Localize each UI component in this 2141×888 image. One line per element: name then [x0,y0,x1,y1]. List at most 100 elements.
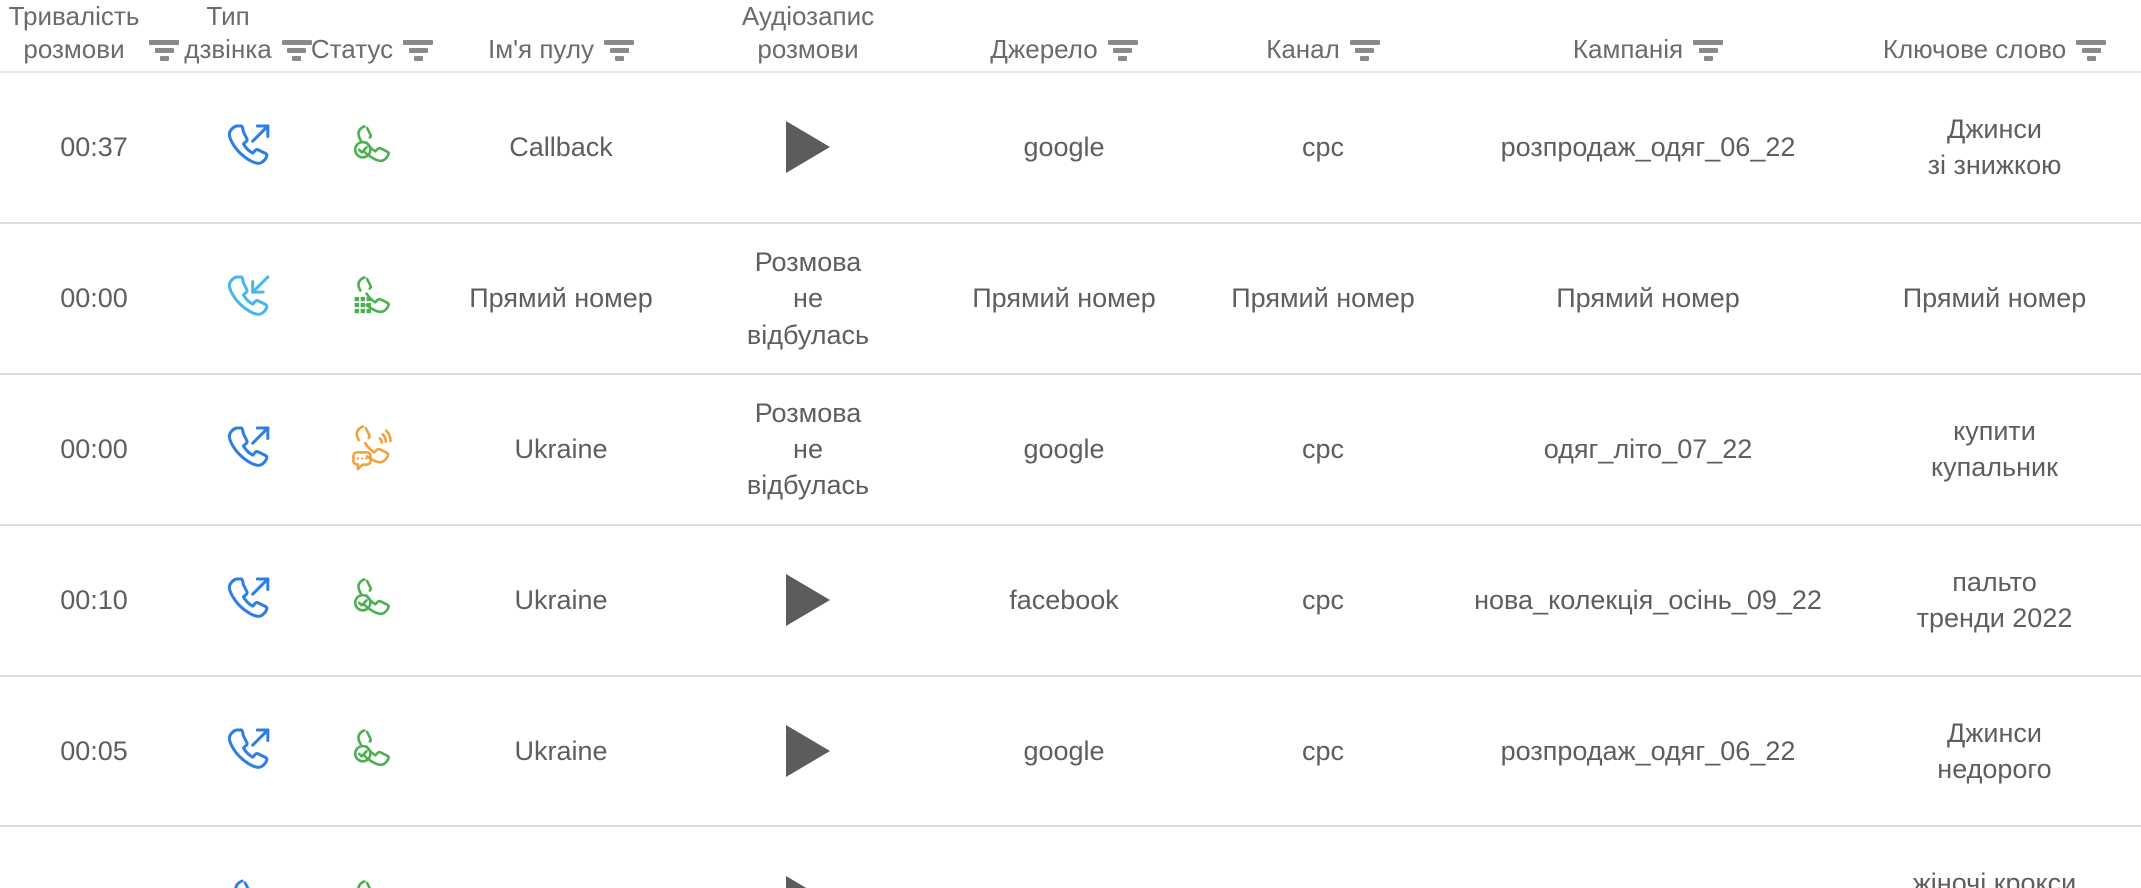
column-header-audio: Аудіозапис розмови [686,0,930,65]
phone-outgoing-icon [220,83,276,212]
cell-call-type [188,224,308,373]
filter-icon[interactable] [403,40,434,61]
cell-audio[interactable] [686,677,930,826]
column-header-label: Кампанія [1572,33,1684,64]
cell-status [308,526,436,675]
phone-target-icon [346,839,398,888]
cell-call-type [188,73,308,222]
cell-source: google [1023,433,1105,464]
cell-campaign: нова_колекція_осінь_09_22 [1474,584,1822,615]
cell-call-type [188,827,308,888]
column-header-duration[interactable]: Тривалість розмови [0,0,188,65]
cell-status [308,827,436,888]
filter-icon[interactable] [149,40,180,61]
cell-pool-name: Ukraine [514,433,608,464]
column-header-campaign[interactable]: Кампанія [1448,33,1848,66]
filter-icon[interactable] [1349,40,1380,61]
cell-audio[interactable] [686,827,930,888]
cell-call-type [188,375,308,524]
table-row[interactable]: 00:00 [0,375,2141,526]
cell-keyword: пальто тренди 2022 [1916,566,2073,634]
cell-campaign: розпродаж_одяг_06_22 [1500,735,1796,766]
column-header-pool-name[interactable]: Ім'я пулу [436,33,686,66]
cell-duration: 06:53 [0,827,188,888]
cell-source: google [1023,735,1105,766]
filter-icon[interactable] [1693,40,1724,61]
cell-source: Прямий номер [972,283,1156,314]
cell-duration: 00:37 [60,132,128,163]
cell-pool-name: Callback [436,827,686,888]
column-header-label: Тривалість розмови [8,1,140,64]
phone-callback-icon [220,837,276,888]
cell-campaign: Прямий номер [1556,283,1740,314]
play-icon[interactable] [786,875,830,888]
phone-answered-check-icon [346,689,398,814]
cell-call-type [188,677,308,826]
phone-outgoing-icon [220,687,276,816]
table-header-row: Тривалість розмови Тип дзвінка Статус Ім… [0,0,2141,73]
cell-audio[interactable] [686,73,930,222]
phone-answered-check-icon [346,85,398,210]
cell-channel: cpc [1301,584,1345,615]
column-header-label: Ім'я пулу [487,33,595,64]
cell-status [308,677,436,826]
cell-keyword: купити купальник [1931,415,2058,483]
cell-keyword: Джинси зі знижкою [1927,114,2062,181]
cell-audio: Розмова не відбулась [746,397,870,501]
cell-status [308,73,436,222]
column-header-label: Канал [1266,33,1340,64]
phone-answered-check-icon [346,538,398,663]
cell-channel: cpc [1301,433,1345,464]
column-header-source[interactable]: Джерело [930,33,1198,66]
table-row[interactable]: 00:00 [0,224,2141,375]
cell-source: google [930,827,1198,888]
cell-status [308,375,436,524]
cell-status [308,224,436,373]
cell-campaign: одяг_літо_07_22 [1543,433,1753,464]
cell-pool-name: Прямий номер [469,283,653,314]
column-header-label: Тип дзвінка [184,1,272,64]
table-row[interactable]: 06:53 [0,827,2141,888]
table-row[interactable]: 00:05 Ukraine google cpc розпродаж_одяг_… [0,677,2141,828]
filter-icon[interactable] [1107,40,1138,61]
column-header-status[interactable]: Статус [308,33,436,66]
table-row[interactable]: 00:10 Ukraine facebook cpc нова_колекція… [0,526,2141,677]
cell-keyword: Джинси недорого [1937,717,2052,784]
cell-channel: cpc [1301,132,1345,163]
cell-keyword: Прямий номер [1902,283,2087,314]
cell-source: google [1023,132,1105,163]
cell-duration: 00:05 [60,735,128,766]
cell-channel: Прямий номер [1231,283,1415,314]
cell-source: facebook [1009,584,1119,615]
phone-outgoing-icon [220,536,276,665]
cell-call-type [188,526,308,675]
play-icon[interactable] [786,724,830,777]
cell-pool-name: Ukraine [514,735,608,766]
cell-duration: 00:00 [60,283,128,314]
play-icon[interactable] [786,121,830,174]
filter-icon[interactable] [2076,40,2107,61]
cell-keyword: жіночі крокси ціна [1912,868,2077,888]
cell-duration: 00:10 [60,584,128,615]
cell-pool-name: Callback [509,132,613,163]
cell-channel: cpc [1301,735,1345,766]
cell-audio[interactable] [686,526,930,675]
phone-incoming-icon [220,234,276,363]
cell-pool-name: Ukraine [514,584,608,615]
phone-outgoing-icon [220,385,276,514]
column-header-label: Ключове слово [1882,33,2067,64]
column-header-label: Аудіозапис розмови [741,1,875,64]
column-header-call-type[interactable]: Тип дзвінка [184,0,312,65]
table-row[interactable]: 00:37 Callback google cpc розпродаж_одяг… [0,73,2141,224]
table-body: 00:37 Callback google cpc розпродаж_одяг… [0,73,2141,888]
cell-campaign: взуття_літо_07_22 [1448,827,1848,888]
column-header-label: Статус [310,33,394,64]
cell-duration: 00:00 [60,433,128,464]
column-header-keyword[interactable]: Ключове слово [1848,33,2141,66]
call-tracking-table: Тривалість розмови Тип дзвінка Статус Ім… [0,0,2141,888]
column-header-channel[interactable]: Канал [1198,33,1448,66]
play-icon[interactable] [786,574,830,627]
cell-audio: Розмова не відбулась [746,246,870,350]
filter-icon[interactable] [604,40,635,61]
phone-keypad-icon [346,236,398,361]
